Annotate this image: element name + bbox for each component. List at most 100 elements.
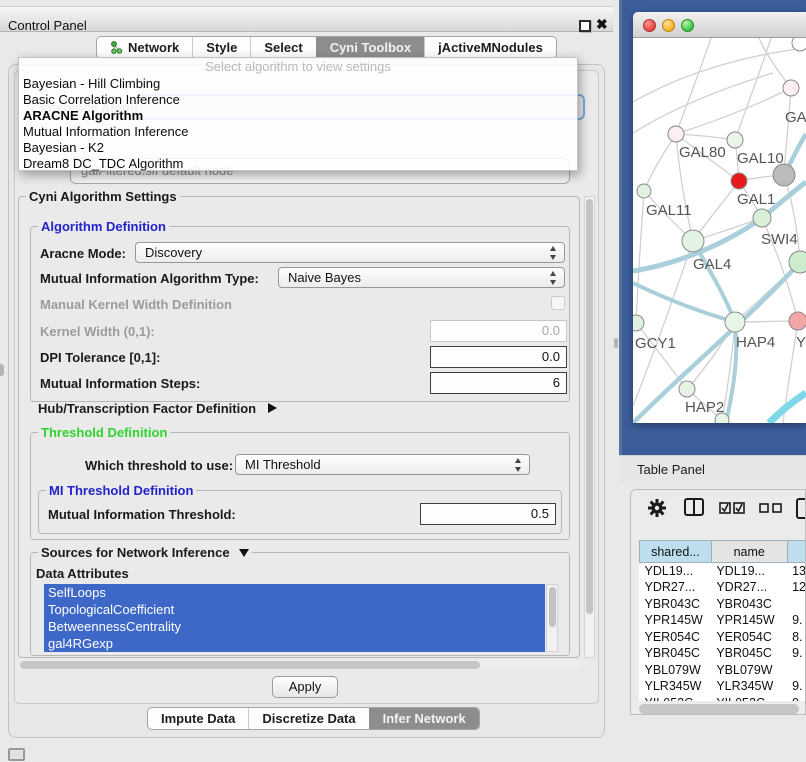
attribute-list-item[interactable]: TopologicalCoefficient <box>44 601 545 618</box>
tab-style[interactable]: Style <box>192 37 250 58</box>
tab-network[interactable]: Network <box>97 37 192 58</box>
minimized-panel-icon[interactable] <box>8 748 25 761</box>
network-node[interactable] <box>789 312 806 330</box>
network-node[interactable] <box>637 184 651 198</box>
network-node[interactable] <box>633 315 644 331</box>
kernel-width-field[interactable]: 0.0 <box>430 320 567 342</box>
network-node[interactable] <box>731 173 747 189</box>
table-cell[interactable]: YLR345W <box>711 678 787 695</box>
gear-icon[interactable] <box>647 498 667 518</box>
minimize-window-icon[interactable] <box>662 19 675 32</box>
table-cell[interactable]: YBL079W <box>711 662 787 679</box>
network-edge[interactable] <box>735 38 771 140</box>
dropdown-item[interactable]: Bayesian - Hill Climbing <box>19 76 577 92</box>
attribute-list-scrollbar[interactable] <box>546 584 558 652</box>
network-node[interactable] <box>682 230 704 252</box>
table-cell[interactable]: YDR27... <box>711 579 787 596</box>
close-panel-icon[interactable]: ✖ <box>596 16 608 33</box>
zoom-window-icon[interactable] <box>681 19 694 32</box>
float-panel-icon[interactable] <box>579 20 591 32</box>
network-edge[interactable] <box>759 38 791 88</box>
table-cell[interactable]: YDR27... <box>640 579 712 596</box>
table-cell[interactable]: YDL19... <box>711 563 787 580</box>
table-cell[interactable]: YDL19... <box>640 563 712 580</box>
network-edge[interactable] <box>644 134 676 191</box>
splitter-handle-right[interactable] <box>614 338 618 348</box>
column-view-icon[interactable] <box>684 498 704 516</box>
table-row[interactable]: YDR27...YDR27...12 <box>640 579 806 596</box>
table-cell[interactable]: YLR345W <box>640 678 712 695</box>
scrollbar-thumb[interactable] <box>639 704 799 714</box>
attribute-list-item[interactable]: BetweennessCentrality <box>44 618 545 635</box>
attribute-list-item[interactable]: SelfLoops <box>44 584 545 601</box>
table-cell[interactable]: YIL052C <box>640 695 712 702</box>
scrollbar-thumb[interactable] <box>549 587 556 627</box>
dropdown-item[interactable]: Mutual Information Inference <box>19 124 577 140</box>
table-cell[interactable]: YER054C <box>711 629 787 646</box>
table-row[interactable]: YIL052CYIL052C9 <box>640 695 806 702</box>
network-graph-canvas[interactable]: GALGAL80GAL10GAL1GAL11SWI4GAL4GCY1HAP4YH… <box>633 38 806 423</box>
column-header-3[interactable]: A <box>787 541 806 563</box>
attribute-list-item[interactable]: gal4RGexp <box>44 635 545 652</box>
sources-group-title[interactable]: Sources for Network Inference <box>38 545 252 560</box>
network-node[interactable] <box>789 251 806 273</box>
new-table-icon[interactable] <box>796 498 806 520</box>
expand-right-icon[interactable] <box>268 403 277 413</box>
network-edge[interactable] <box>769 393 806 423</box>
network-node[interactable] <box>783 80 799 96</box>
dpi-tolerance-field[interactable]: 0.0 <box>430 346 567 368</box>
splitter-handle-left[interactable] <box>0 364 4 376</box>
table-cell[interactable]: YBR043C <box>640 596 712 613</box>
network-view-window[interactable]: GALGAL80GAL10GAL1GAL11SWI4GAL4GCY1HAP4YH… <box>633 12 806 423</box>
scrollbar-thumb[interactable] <box>586 199 593 614</box>
settings-vertical-scrollbar[interactable] <box>584 196 595 658</box>
table-cell[interactable]: YPR145W <box>640 612 712 629</box>
table-cell[interactable]: 9. <box>787 612 806 629</box>
table-cell[interactable]: 13 <box>787 563 806 580</box>
table-cell[interactable]: 9. <box>787 645 806 662</box>
scrollbar-thumb[interactable] <box>20 661 480 669</box>
table-cell[interactable]: YPR145W <box>711 612 787 629</box>
tab-select[interactable]: Select <box>250 37 315 58</box>
table-row[interactable]: YBR043CYBR043C <box>640 596 806 613</box>
dropdown-item[interactable]: Bayesian - K2 <box>19 140 577 156</box>
table-row[interactable]: YBL079WYBL079W <box>640 662 806 679</box>
table-cell[interactable]: YBR043C <box>711 596 787 613</box>
network-node[interactable] <box>727 132 743 148</box>
table-cell[interactable] <box>787 662 806 679</box>
column-header-1[interactable]: shared... <box>640 541 712 563</box>
table-row[interactable]: YPR145WYPR145W9. <box>640 612 806 629</box>
table-cell[interactable]: YER054C <box>640 629 712 646</box>
network-edge[interactable] <box>676 88 791 134</box>
network-edge[interactable] <box>676 134 735 140</box>
network-node[interactable] <box>773 164 795 186</box>
mi-steps-field[interactable]: 6 <box>430 372 567 394</box>
table-cell[interactable] <box>787 596 806 613</box>
table-row[interactable]: YLR345WYLR345W9. <box>640 678 806 695</box>
network-edge[interactable] <box>676 38 711 134</box>
tab-discretize-data[interactable]: Discretize Data <box>248 708 368 729</box>
network-node[interactable] <box>668 126 684 142</box>
table-row[interactable]: YER054CYER054C8. <box>640 629 806 646</box>
aracne-mode-select[interactable]: Discovery <box>135 242 565 263</box>
dropdown-item[interactable]: Basic Correlation Inference <box>19 92 577 108</box>
table-cell[interactable]: 9 <box>787 695 806 702</box>
table-cell[interactable]: YBR045C <box>711 645 787 662</box>
column-header-2[interactable]: name <box>711 541 787 563</box>
tab-infer-network[interactable]: Infer Network <box>369 708 479 729</box>
table-cell[interactable]: YBL079W <box>640 662 712 679</box>
dropdown-item[interactable]: ARACNE Algorithm <box>19 108 577 124</box>
manual-kernel-checkbox[interactable] <box>551 296 565 310</box>
settings-horizontal-scrollbar[interactable] <box>18 660 580 670</box>
network-node[interactable] <box>679 381 695 397</box>
tab-jactivemnodules[interactable]: jActiveMNodules <box>424 37 556 58</box>
mi-type-select[interactable]: Naive Bayes <box>278 267 565 288</box>
tab-impute-data[interactable]: Impute Data <box>148 708 248 729</box>
table-row[interactable]: YDL19...YDL19...13 <box>640 563 806 580</box>
table-row[interactable]: YBR045CYBR045C9. <box>640 645 806 662</box>
network-node[interactable] <box>725 312 745 332</box>
table-cell[interactable]: 9. <box>787 678 806 695</box>
tab-cyni-toolbox[interactable]: Cyni Toolbox <box>316 37 424 58</box>
table-cell[interactable]: 12 <box>787 579 806 596</box>
data-attributes-list[interactable]: SelfLoopsTopologicalCoefficientBetweenne… <box>44 584 545 652</box>
